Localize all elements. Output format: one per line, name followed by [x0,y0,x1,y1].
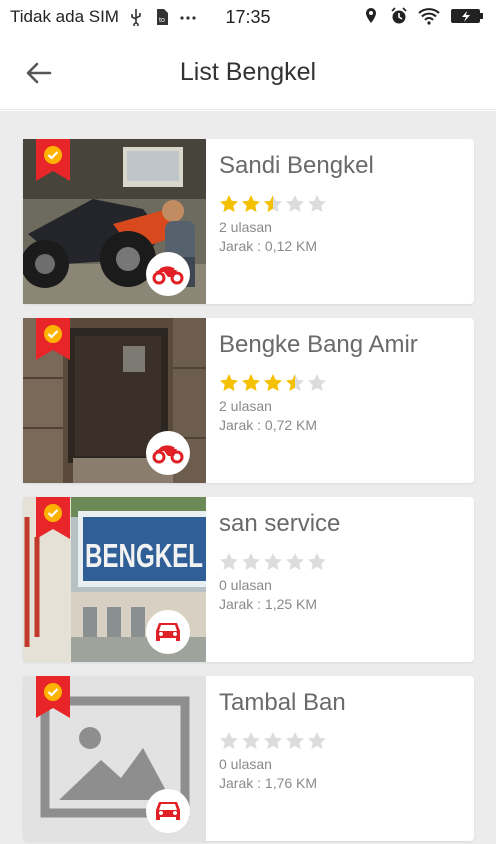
motorcycle-icon [152,266,184,285]
workshop-name: Bengke Bang Amir [219,331,418,358]
rating-stars [219,731,464,753]
review-count: 0 ulasan [219,577,272,593]
star-filled-icon [242,195,260,212]
star-empty-icon [308,374,326,391]
workshop-name: Tambal Ban [219,689,346,716]
workshop-list[interactable]: Sandi Bengkel 2 ulasan Jarak : 0,12 KM B… [0,111,496,844]
rating-stars [219,194,464,216]
star-filled-icon [220,195,238,212]
workshop-info: Bengke Bang Amir 2 ulasan Jarak : 0,72 K… [219,330,464,435]
vehicle-type-badge [146,610,190,654]
status-bar: Tidak ada SIM to 17:35 [0,0,496,36]
star-empty-icon [220,732,238,749]
status-right [362,7,484,25]
car-icon [156,802,180,820]
verified-ribbon-icon [36,497,70,539]
rating-stars [219,552,464,574]
workshop-card[interactable]: BENGKEL san service 0 ulasan Jarak: 1,2… [23,497,474,662]
star-empty-icon [286,553,304,570]
star-empty-icon [286,195,304,212]
page-title: List Bengkel [179,58,317,86]
star-filled-icon [220,374,238,391]
star-empty-icon [242,553,260,570]
star-empty-icon [220,553,238,570]
wifi-icon [418,8,440,25]
review-count: 2 ulasan [219,219,272,235]
workshop-photo [23,318,206,483]
vehicle-type-badge [146,252,190,296]
star-half-icon [264,195,282,212]
workshop-photo [23,139,206,304]
workshop-info: Tambal Ban 0 ulasan Jarak : 1,76 KM [219,688,464,793]
star-filled-icon [264,374,282,391]
workshop-photo: BENGKEL [23,497,206,662]
location-pin-icon [366,8,376,23]
star-filled-icon [242,374,260,391]
star-empty-icon [308,553,326,570]
distance-label: Jarak : 1,25 KM [219,596,318,612]
vehicle-type-badge [146,431,190,475]
workshop-info: Sandi Bengkel 2 ulasan Jarak : 0,12 KM [219,151,464,256]
distance-label: Jarak : 1,76 KM [219,775,318,791]
workshop-card[interactable]: Sandi Bengkel 2 ulasan Jarak : 0,12 KM [23,139,474,304]
photo-sign-text: BENGKEL [85,537,203,574]
star-empty-icon [264,732,282,749]
workshop-info: san service 0 ulasan Jarak : 1,25 KM [219,509,464,614]
verified-ribbon-icon [36,139,70,181]
verified-ribbon-icon [36,676,70,718]
workshop-card[interactable]: Tambal Ban 0 ulasan Jarak : 1,76 KM [23,676,474,841]
star-half-icon [286,374,304,391]
battery-charging-icon [451,9,483,23]
star-empty-icon [242,732,260,749]
review-count: 2 ulasan [219,398,272,414]
verified-ribbon-icon [36,318,70,360]
workshop-name: san service [219,510,341,537]
star-empty-icon [286,732,304,749]
review-count: 0 ulasan [219,756,272,772]
alarm-icon [391,7,407,24]
star-empty-icon [308,195,326,212]
star-empty-icon [264,553,282,570]
rating-stars [219,373,464,395]
motorcycle-icon [152,445,184,464]
car-icon [156,623,180,641]
star-empty-icon [308,732,326,749]
distance-label: Jarak : 0,12 KM [219,238,318,254]
workshop-name: Sandi Bengkel [219,152,374,179]
workshop-card[interactable]: Bengke Bang Amir 2 ulasan Jarak : 0,72 K… [23,318,474,483]
distance-label: Jarak : 0,72 KM [219,417,318,433]
workshop-photo [23,676,206,841]
app-bar: List Bengkel [0,36,496,110]
vehicle-type-badge [146,789,190,833]
